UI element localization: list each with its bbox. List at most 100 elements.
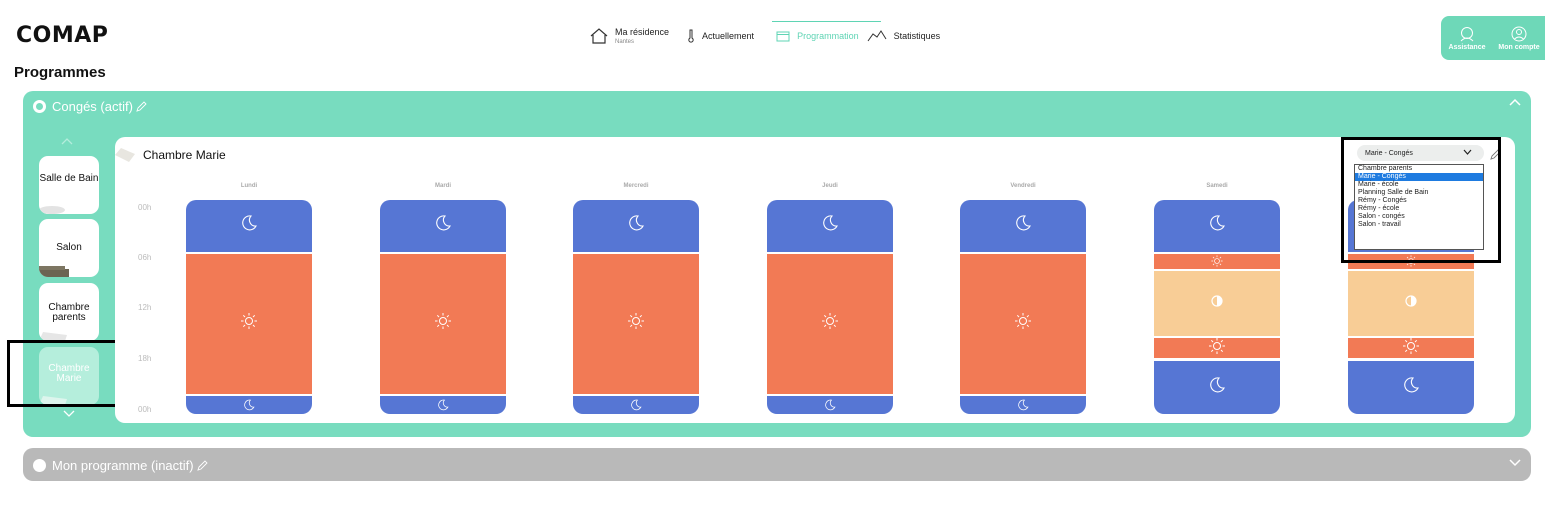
nav-current-label: Actuellement [702,31,755,41]
day-name: Lundi [240,183,258,189]
inactive-program-title: Mon programme (inactif) [52,457,194,473]
nav-programming-label: Programmation [797,31,859,41]
nav-statistics-label: Statistiques [893,31,941,41]
moon-icon [824,399,837,412]
active-program-header[interactable]: Congés (actif) [33,97,147,115]
eco-segment[interactable] [1154,271,1280,337]
moon-icon [1017,399,1030,412]
active-radio-icon[interactable] [33,99,46,113]
sun-icon [240,312,258,335]
moon-icon [630,399,643,412]
hour-label: 00h [138,405,152,414]
night-segment[interactable] [767,396,893,414]
day-name: Jeudi [822,183,838,189]
account-label: Mon compte [1498,43,1540,51]
user-icon [1511,26,1527,41]
nav-residence-city: Nantes [615,39,635,45]
day-name: Mercredi [623,183,649,189]
sun-icon [821,312,839,335]
bed-thumbnail [115,148,135,162]
room-label: Salon [56,242,82,253]
comfort-segment[interactable] [960,253,1086,395]
night-segment[interactable] [1154,360,1280,414]
night-segment[interactable] [573,200,699,252]
comap-logo[interactable]: COMAP [16,23,108,48]
chevron-up-icon[interactable] [1509,98,1521,106]
comfort-segment[interactable] [186,253,312,395]
edit-pencil-icon[interactable] [136,100,147,112]
schedule-card: Chambre Marie 00h 06h 12h 18h 00h Lundi M… [115,137,1515,423]
moon-icon [434,214,452,237]
room-card-chambre-parents[interactable]: Chambre parents [39,283,99,341]
room-label: Salle de Bain [39,173,99,184]
help-icon [1460,26,1474,41]
nav-programming[interactable]: Programmation [772,21,881,51]
room-scroll-up-icon[interactable] [61,138,73,145]
room-card-salle-de-bain[interactable]: Salle de Bain [39,156,99,214]
room-card-salon[interactable]: Salon [39,219,99,277]
inactive-radio-icon[interactable] [33,458,46,472]
half-sun-icon [1208,292,1226,315]
main-nav: Ma résidence Nantes Actuellement Program… [590,20,954,52]
nav-current[interactable]: Actuellement [687,21,754,51]
nav-residence[interactable]: Ma résidence Nantes [590,21,669,51]
sofa-thumbnail [39,266,69,277]
edit-pencil-icon[interactable] [196,459,208,471]
nav-statistics[interactable]: Statistiques [867,21,941,51]
comfort-segment[interactable] [1154,337,1280,360]
bathtub-thumbnail [39,206,65,214]
page-title: Programmes [14,64,106,81]
comfort-segment[interactable] [1348,337,1474,360]
thermometer-icon [688,29,694,43]
active-program-title: Congés (actif) [52,98,133,114]
line-chart-icon [867,30,887,42]
calendar-icon [776,31,790,42]
moon-icon [1402,376,1420,399]
night-segment[interactable] [380,396,506,414]
account-button[interactable]: Mon compte [1493,16,1545,60]
night-segment[interactable] [1154,200,1280,252]
day-name: Vendredi [1010,183,1036,189]
header-actions: Assistance Mon compte [1441,16,1545,60]
night-segment[interactable] [186,200,312,252]
house-icon [590,28,608,44]
chevron-down-icon[interactable] [1509,459,1521,467]
comfort-segment[interactable] [380,253,506,395]
moon-icon [240,214,258,237]
comfort-segment[interactable] [573,253,699,395]
moon-icon [243,399,256,412]
night-segment[interactable] [186,396,312,414]
room-label: Chambre parents [48,302,90,323]
help-button[interactable]: Assistance [1441,16,1493,60]
night-segment[interactable] [960,396,1086,414]
hour-label: 12h [138,303,152,312]
moon-icon [1208,376,1226,399]
nav-residence-label: Ma résidence [615,27,670,37]
schedule-room-name: Chambre Marie [143,148,226,162]
night-segment[interactable] [1348,360,1474,414]
comfort-segment[interactable] [767,253,893,395]
inactive-program-panel[interactable]: Mon programme (inactif) [23,448,1531,481]
day-name: Samedi [1206,183,1228,189]
hour-label: 06h [138,253,152,262]
night-segment[interactable] [573,396,699,414]
inactive-program-header[interactable]: Mon programme (inactif) [33,456,208,474]
selected-room-highlight [7,340,132,407]
sun-icon [434,312,452,335]
night-segment[interactable] [767,200,893,252]
hour-label: 18h [138,354,152,363]
program-select-highlight [1341,137,1501,263]
room-scroll-down-icon[interactable] [63,410,75,417]
night-segment[interactable] [380,200,506,252]
sun-icon [627,312,645,335]
eco-segment[interactable] [1348,271,1474,337]
moon-icon [627,214,645,237]
sun-icon [1208,337,1226,360]
comfort-segment[interactable] [1154,253,1280,270]
half-sun-icon [1402,292,1420,315]
sun-icon [1211,255,1224,268]
sun-icon [1402,337,1420,360]
help-label: Assistance [1448,43,1486,51]
night-segment[interactable] [960,200,1086,252]
moon-icon [1014,214,1032,237]
